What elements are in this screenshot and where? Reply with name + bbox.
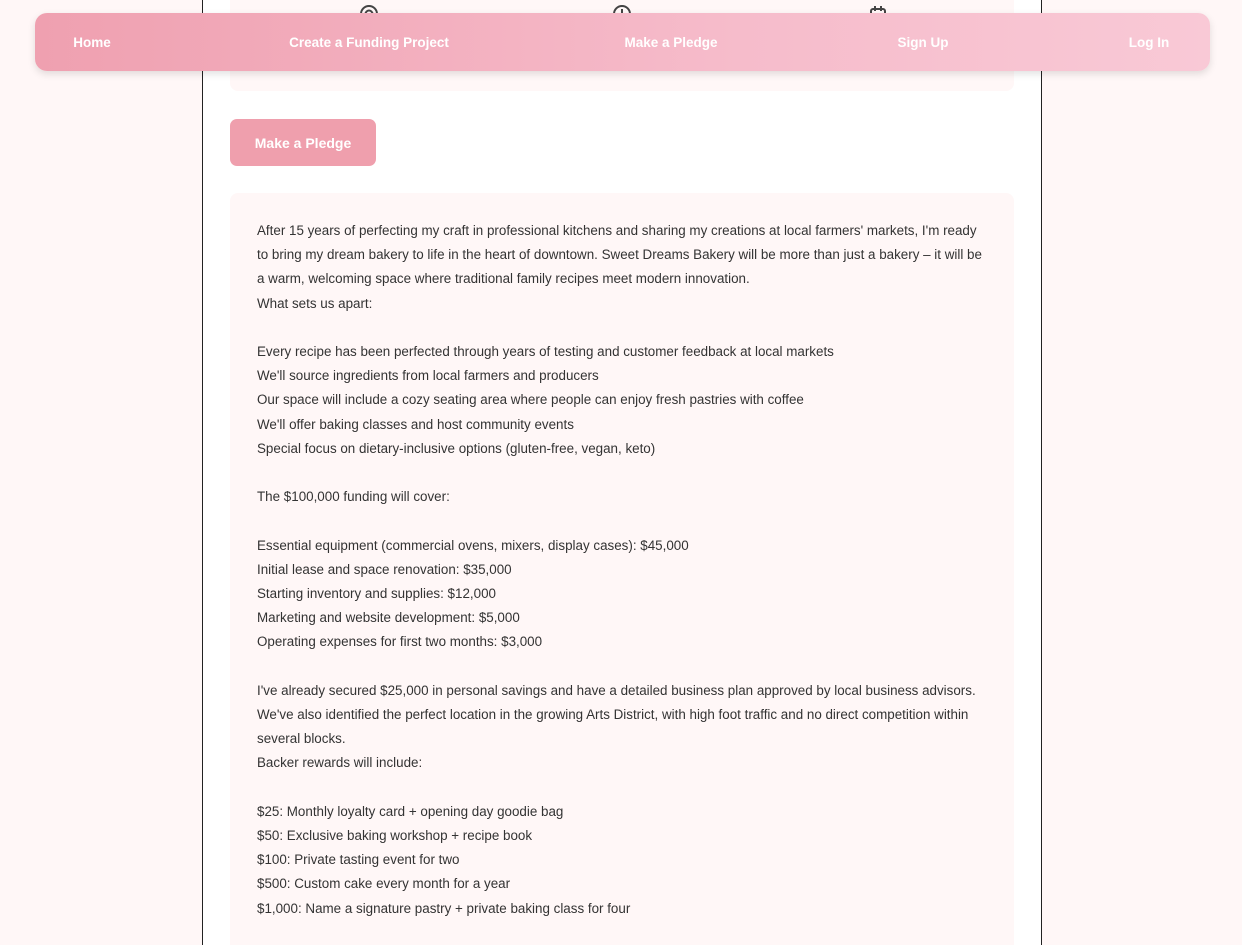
reward-item: $500: Custom cake every month for a year	[257, 876, 511, 892]
rewards-heading: Backer rewards will include:	[257, 755, 423, 771]
main-column: Make a Pledge After 15 years of perfecti…	[202, 0, 1042, 945]
funding-item: Operating expenses for first two months:…	[257, 634, 543, 650]
apart-item: Special focus on dietary-inclusive optio…	[257, 440, 656, 456]
top-navbar: Home Create a Funding Project Make a Ple…	[35, 13, 1210, 71]
nav-make-pledge-link[interactable]: Make a Pledge	[624, 13, 717, 71]
reward-item: $25: Monthly loyalty card + opening day …	[257, 803, 564, 819]
funding-item: Marketing and website development: $5,00…	[257, 610, 520, 626]
reward-item: $50: Exclusive baking workshop + recipe …	[257, 828, 533, 844]
description-intro: After 15 years of perfecting my craft in…	[257, 223, 982, 287]
nav-sign-up-link[interactable]: Sign Up	[898, 13, 949, 71]
savings-paragraph: I've already secured $25,000 in personal…	[257, 682, 976, 747]
funding-item: Initial lease and space renovation: $35,…	[257, 561, 512, 577]
apart-item: Our space will include a cozy seating ar…	[257, 392, 804, 408]
funding-item: Starting inventory and supplies: $12,000	[257, 586, 496, 602]
reward-item: $1,000: Name a signature pastry + privat…	[257, 900, 631, 916]
apart-item: Every recipe has been perfected through …	[257, 344, 834, 360]
project-description: After 15 years of perfecting my craft in…	[257, 219, 987, 921]
nav-log-in-link[interactable]: Log In	[1129, 13, 1170, 71]
nav-home-link[interactable]: Home	[73, 13, 111, 71]
project-description-card: After 15 years of perfecting my craft in…	[230, 193, 1014, 945]
reward-item: $100: Private tasting event for two	[257, 852, 460, 868]
funding-heading: The $100,000 funding will cover:	[257, 489, 450, 505]
apart-heading: What sets us apart:	[257, 295, 373, 311]
funding-item: Essential equipment (commercial ovens, m…	[257, 537, 689, 553]
apart-item: We'll source ingredients from local farm…	[257, 368, 599, 384]
nav-create-project-link[interactable]: Create a Funding Project	[289, 13, 449, 71]
make-pledge-button[interactable]: Make a Pledge	[230, 119, 376, 166]
apart-item: We'll offer baking classes and host comm…	[257, 416, 574, 432]
